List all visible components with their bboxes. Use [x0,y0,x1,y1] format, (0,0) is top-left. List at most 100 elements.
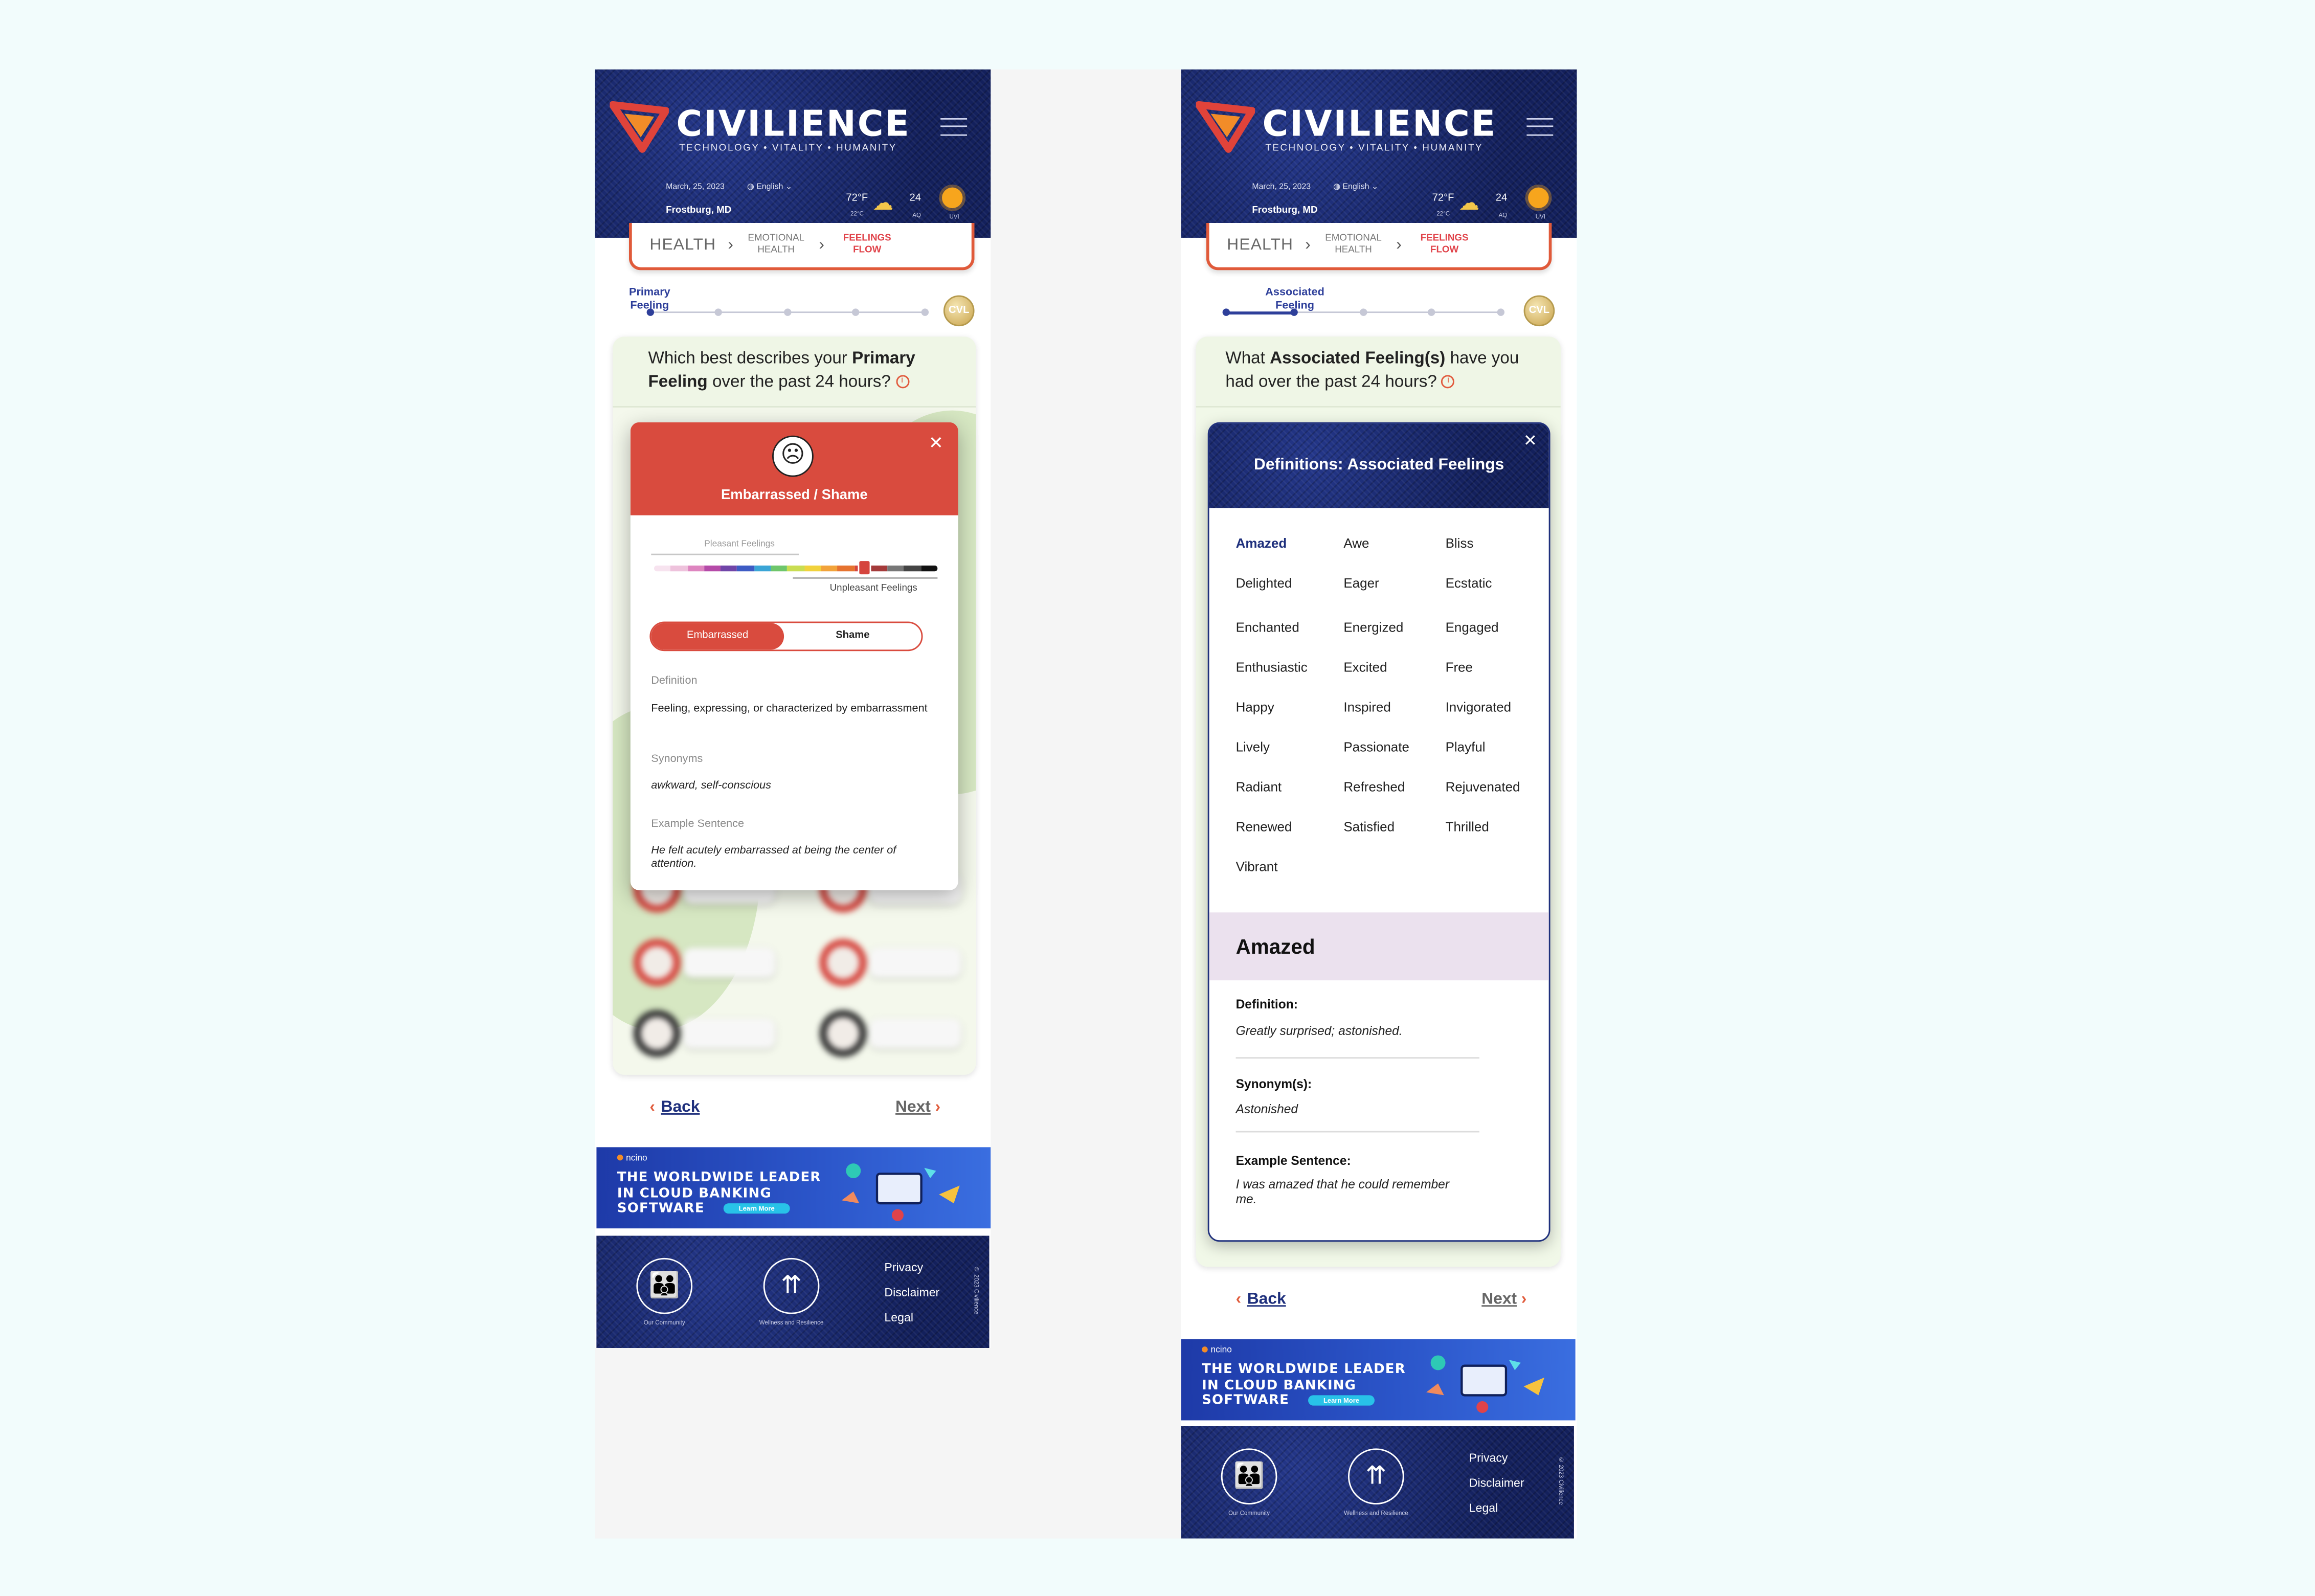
hamburger-menu-icon[interactable] [940,118,968,136]
feeling-word[interactable]: Bliss [1446,536,1474,551]
back-label: Back [661,1098,700,1116]
example-text: He felt acutely embarrassed at being the… [651,843,896,870]
ad-line: SOFTWARE [617,1202,705,1217]
modal-title: Embarrassed / Shame [721,487,868,504]
feeling-word[interactable]: Enchanted [1236,620,1299,635]
language-selector[interactable]: ◍ English ⌄ [747,183,792,192]
breadcrumb-feelings-flow: FEELINGS FLOW [1420,233,1469,256]
toggle-shame[interactable]: Shame [784,623,921,649]
brand-name: CIVILIENCE [676,103,911,145]
feeling-word[interactable]: Amazed [1236,536,1287,551]
breadcrumb-health[interactable]: HEALTH [649,236,716,254]
disclaimer-link[interactable]: Disclaimer [884,1286,939,1299]
language-selector[interactable]: ◍ English ⌄ [1333,183,1378,192]
ad-line: THE WORLDWIDE LEADER [1202,1362,1406,1378]
breadcrumb-emotional-health[interactable]: EMOTIONAL HEALTH [745,233,807,257]
wellness-icon[interactable]: ⇈ [1348,1448,1404,1505]
partly-cloudy-icon: ☁ [1458,190,1479,214]
app-header: CIVILIENCE TECHNOLOGY • VITALITY • HUMAN… [1181,69,1577,238]
community-icon[interactable]: 👪 [636,1257,693,1314]
info-icon[interactable]: i [1442,375,1455,389]
next-button[interactable]: Next › [1481,1290,1526,1308]
feeling-word[interactable]: Eager [1343,576,1379,591]
legal-link[interactable]: Legal [1469,1501,1498,1515]
copyright: © 2023 Civilience [1557,1455,1565,1505]
ad-learn-more-button[interactable]: Learn More [1308,1395,1375,1406]
info-icon[interactable]: i [895,375,909,389]
feeling-word[interactable]: Thrilled [1446,819,1489,834]
community-caption: Our Community [643,1318,685,1326]
next-label: Next [895,1098,931,1116]
synonyms-text: Astonished [1235,1101,1298,1116]
cvl-coin-badge[interactable]: CVL [1523,295,1555,327]
chevron-left-icon: ‹ [649,1098,655,1116]
feeling-toggle: Embarrassed Shame [649,621,923,651]
chevron-down-icon: ⌄ [1369,183,1379,192]
chevron-down-icon: ⌄ [783,183,793,192]
ad-banner[interactable]: ncino THE WORLDWIDE LEADER IN CLOUD BANK… [596,1147,991,1229]
ad-banner[interactable]: ncino THE WORLDWIDE LEADER IN CLOUD BANK… [1181,1339,1576,1421]
progress-step-label: Associated Feeling [1265,285,1324,312]
feeling-word[interactable]: Free [1446,660,1473,675]
privacy-link[interactable]: Privacy [884,1261,923,1274]
chevron-right-icon: › [819,236,825,254]
question-text: What Associated Feeling(s) have you had … [1196,336,1561,408]
feeling-spectrum [654,565,938,572]
civilience-logo-icon [610,101,669,153]
feeling-ring-icon [633,939,681,986]
feeling-word[interactable]: Passionate [1343,739,1409,754]
spectrum-marker[interactable] [858,559,871,576]
feeling-word[interactable]: Energized [1343,620,1403,635]
feeling-word[interactable]: Delighted [1236,576,1292,591]
feeling-word[interactable]: Vibrant [1236,859,1278,874]
legal-link[interactable]: Legal [884,1311,913,1324]
privacy-link[interactable]: Privacy [1469,1451,1508,1465]
ad-learn-more-button[interactable]: Learn More [723,1203,790,1214]
breadcrumb-feelings-flow: FEELINGS FLOW [843,233,891,256]
close-icon[interactable]: ✕ [1523,431,1537,451]
ad-headline: THE WORLDWIDE LEADER IN CLOUD BANKING SO… [1202,1363,1406,1409]
close-icon[interactable]: ✕ [929,433,943,453]
disclaimer-link[interactable]: Disclaimer [1469,1476,1524,1490]
app-footer: 👪 Our Community ⇈ Wellness and Resilienc… [596,1235,990,1348]
wellness-caption: Wellness and Resilience [759,1318,824,1326]
back-button[interactable]: ‹ Back [649,1098,700,1116]
feeling-word[interactable]: Playful [1446,739,1486,754]
feeling-option-row[interactable] [633,939,976,998]
definition-label: Definition: [1235,996,1298,1011]
feeling-word[interactable]: Awe [1343,536,1369,551]
location-label: Frostburg, MD [1252,205,1318,216]
ad-line: IN CLOUD BANKING [1202,1378,1357,1393]
chevron-right-icon: › [1305,236,1311,254]
globe-icon: ◍ [1333,183,1343,192]
feeling-word[interactable]: Happy [1236,700,1274,715]
feeling-word[interactable]: Ecstatic [1446,576,1492,591]
ad-line: THE WORLDWIDE LEADER [617,1171,821,1186]
feeling-word[interactable]: Radiant [1236,779,1282,794]
feeling-option-row[interactable] [633,1009,976,1069]
progress-dot [646,308,655,316]
feeling-word[interactable]: Inspired [1343,700,1390,715]
feeling-word[interactable]: Lively [1236,739,1270,754]
community-icon[interactable]: 👪 [1221,1448,1277,1505]
selected-word-title: Amazed [1235,934,1315,958]
feeling-word[interactable]: Refreshed [1343,779,1405,794]
back-button[interactable]: ‹ Back [1236,1290,1286,1308]
feeling-word[interactable]: Enthusiastic [1236,660,1308,675]
feeling-ring-icon [633,1009,681,1058]
feeling-word[interactable]: Invigorated [1446,700,1512,715]
feeling-word[interactable]: Engaged [1446,620,1499,635]
breadcrumb-health[interactable]: HEALTH [1227,236,1293,254]
feeling-word[interactable]: Satisfied [1343,819,1395,834]
back-label: Back [1247,1290,1286,1309]
feeling-word[interactable]: Excited [1343,660,1387,675]
toggle-embarrassed[interactable]: Embarrassed [651,623,784,650]
cvl-coin-badge[interactable]: CVL [943,295,975,327]
step-navigation: ‹ Back Next › [595,1095,991,1125]
wellness-icon[interactable]: ⇈ [763,1257,820,1314]
feeling-word[interactable]: Renewed [1236,819,1292,834]
next-button[interactable]: Next › [895,1098,940,1116]
breadcrumb-emotional-health[interactable]: EMOTIONAL HEALTH [1322,233,1384,257]
hamburger-menu-icon[interactable] [1526,118,1554,136]
feeling-word[interactable]: Rejuvenated [1446,779,1520,794]
